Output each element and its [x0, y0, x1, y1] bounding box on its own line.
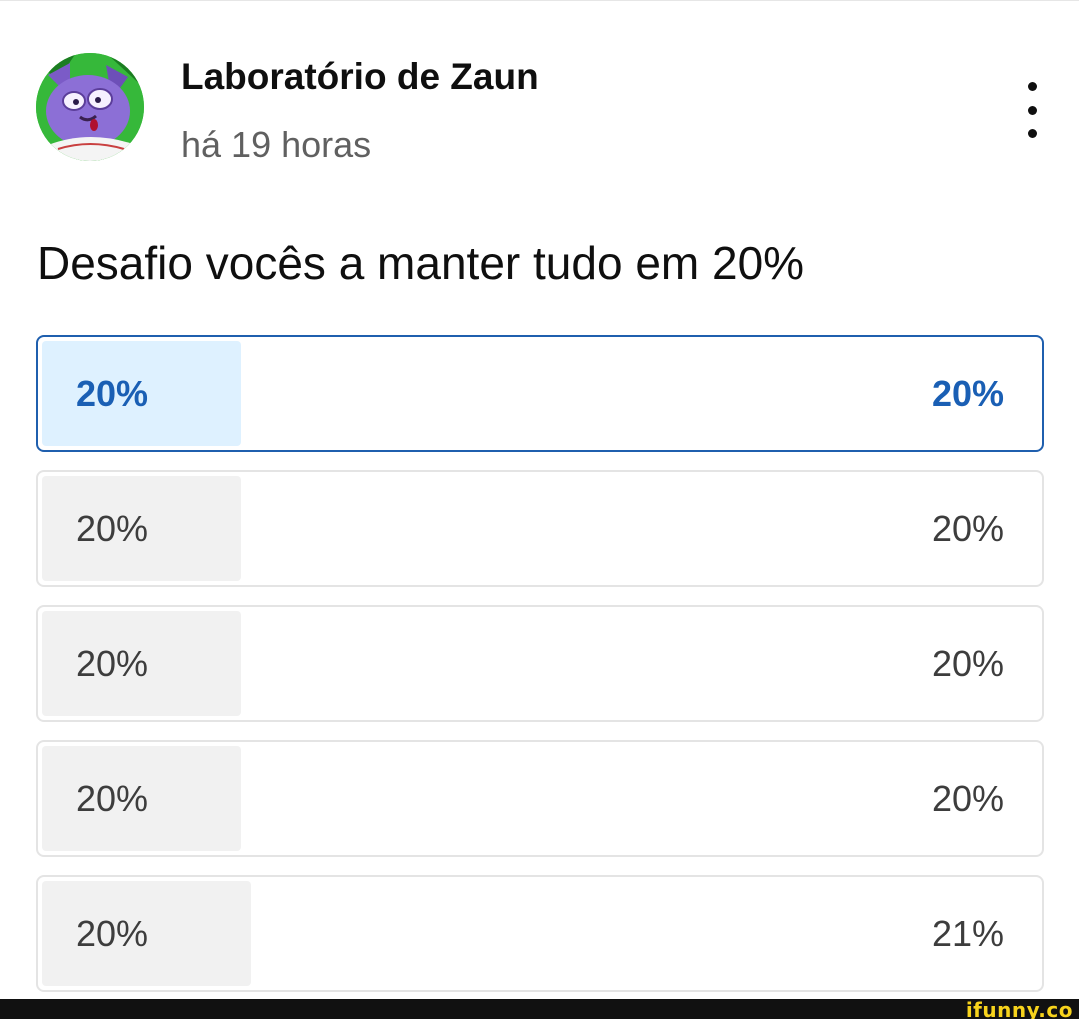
poll-question: Desafio vocês a manter tudo em 20% — [37, 237, 805, 289]
poll-option-label: 20% — [76, 642, 149, 684]
poll-option[interactable]: 20% 20% — [36, 335, 1044, 452]
poll-option[interactable]: 20% 21% — [36, 875, 1044, 992]
poll-option-percent: 20% — [931, 642, 1004, 684]
poll-option[interactable]: 20% 20% — [36, 740, 1044, 857]
post-header: Laboratório de Zaun há 19 horas — [0, 0, 1079, 190]
poll-option[interactable]: 20% 20% — [36, 470, 1044, 587]
poll-option-label: 20% — [76, 372, 149, 414]
post-timestamp: há 19 horas — [181, 124, 372, 165]
poll-option-percent: 20% — [931, 372, 1004, 414]
more-vert-icon[interactable] — [1008, 82, 1056, 138]
poll-option[interactable]: 20% 20% — [36, 605, 1044, 722]
footer-bar — [0, 999, 1079, 1019]
watermark-logo: ifunny.co — [965, 998, 1073, 1019]
menu-dot — [1027, 105, 1037, 115]
poll-option-label: 20% — [76, 912, 149, 954]
poll-options: 20% 20% 20% 20% 20% 20% 20% 20% 20% 21% — [36, 335, 1044, 1010]
poll-option-percent: 21% — [931, 912, 1004, 954]
poll-option-label: 20% — [76, 777, 149, 819]
channel-name[interactable]: Laboratório de Zaun — [181, 56, 539, 98]
avatar-image — [36, 53, 144, 161]
poll-option-label: 20% — [76, 507, 149, 549]
menu-dot — [1027, 82, 1037, 91]
menu-dot — [1027, 129, 1037, 138]
channel-avatar[interactable] — [36, 53, 144, 161]
poll-option-percent: 20% — [931, 507, 1004, 549]
poll-option-percent: 20% — [931, 777, 1004, 819]
